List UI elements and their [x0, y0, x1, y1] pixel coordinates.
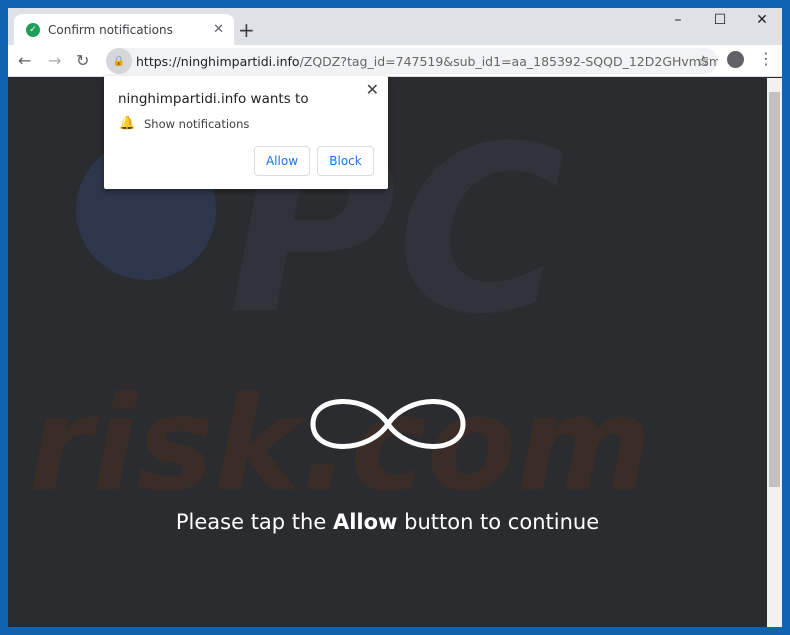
forward-icon[interactable]: →	[48, 51, 61, 70]
allow-button[interactable]: Allow	[254, 146, 310, 176]
popup-heading: ninghimpartidi.info wants to	[118, 91, 309, 107]
close-tab-icon[interactable]: ✕	[213, 22, 224, 37]
close-window-button[interactable]: ✕	[747, 12, 777, 28]
tab-title: Confirm notifications	[48, 22, 173, 37]
check-circle-icon: ✓	[26, 22, 40, 37]
permission-label: Show notifications	[144, 117, 250, 131]
msg-part: Please tap the	[175, 510, 333, 534]
maximize-button[interactable]: ☐	[705, 12, 735, 28]
msg-bold: Allow	[332, 510, 398, 534]
msg-part: button to continue	[397, 510, 600, 534]
lock-icon[interactable]: 🔒	[106, 48, 132, 74]
infinity-loader-icon	[310, 399, 466, 449]
address-bar[interactable]: 🔒 https://ninghimpartidi.info/ZQDZ?tag_i…	[106, 48, 718, 74]
scrollbar[interactable]	[767, 78, 782, 627]
scrollbar-thumb[interactable]	[769, 92, 780, 487]
minimize-button[interactable]: –	[663, 12, 693, 28]
block-button[interactable]: Block	[317, 146, 374, 176]
close-icon[interactable]: ✕	[366, 80, 379, 99]
tab-bar: ✓ Confirm notifications ✕ + – ☐ ✕	[8, 8, 782, 45]
tab-confirm-notifications[interactable]: ✓ Confirm notifications ✕	[14, 14, 234, 45]
new-tab-button[interactable]: +	[238, 18, 255, 42]
bell-icon: 🔔	[119, 116, 136, 131]
url-text[interactable]: https://ninghimpartidi.info/ZQDZ?tag_id=…	[136, 54, 718, 69]
reload-icon[interactable]: ↻	[76, 51, 89, 70]
url-host: https://ninghimpartidi.info	[136, 53, 300, 69]
menu-icon[interactable]: ⋮	[758, 49, 774, 68]
profile-icon[interactable]	[727, 51, 744, 68]
notification-permission-popup: ninghimpartidi.info wants to ✕ 🔔 Show no…	[104, 76, 388, 189]
toolbar: ← → ↻ 🔒 https://ninghimpartidi.info/ZQDZ…	[8, 45, 782, 77]
star-icon[interactable]: ☆	[697, 52, 710, 70]
instruction-text: Please tap the Allow button to continue	[8, 510, 767, 534]
back-icon[interactable]: ←	[18, 51, 31, 70]
url-path: /ZQDZ?tag_id=747519&sub_id1=aa_185392-SQ…	[299, 53, 718, 69]
